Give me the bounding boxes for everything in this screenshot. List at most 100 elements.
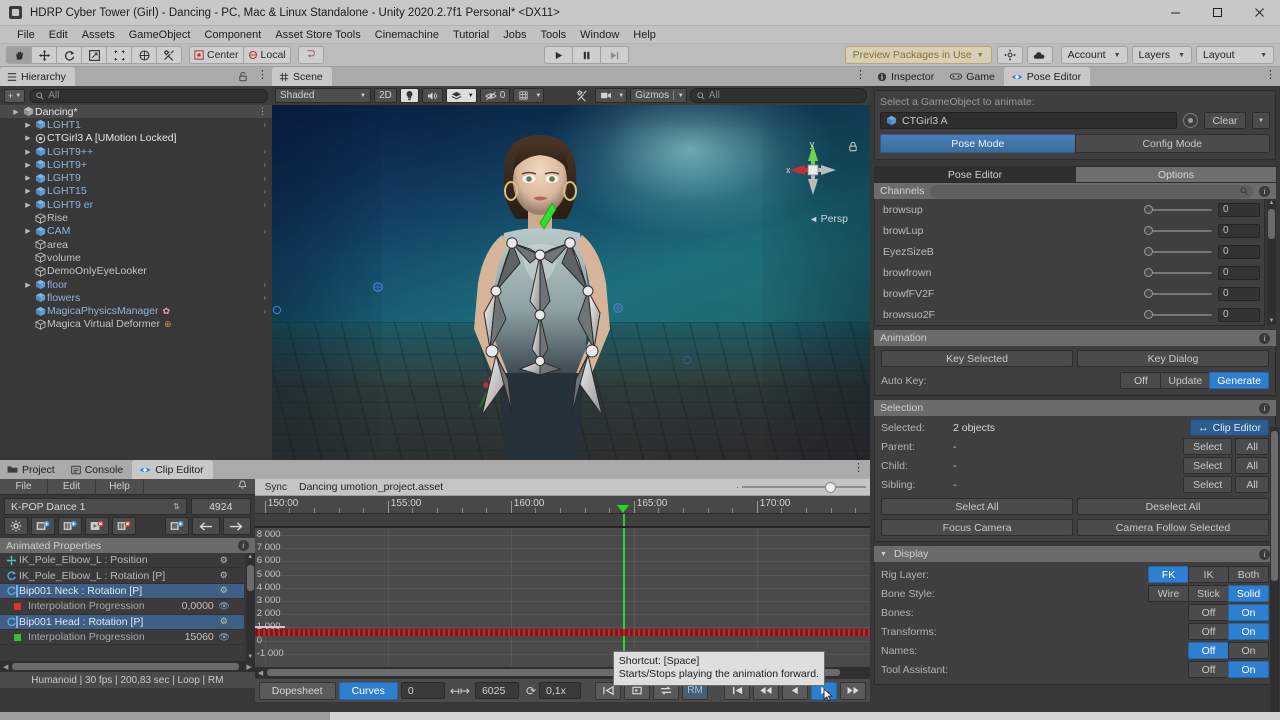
clip-name-dropdown[interactable]: K-POP Dance 1 ⇅	[4, 498, 187, 515]
tab-pose-editor[interactable]: Pose Editor	[1003, 67, 1091, 86]
auto-key-generate-button[interactable]: Generate	[1209, 372, 1269, 389]
grid-toggle-button[interactable]: ▼	[513, 88, 545, 103]
close-button[interactable]	[1238, 0, 1280, 26]
hierarchy-item-floor[interactable]: ▶ floor ›	[0, 278, 272, 291]
scroll-right-icon[interactable]: ▶	[246, 663, 251, 671]
range-start-field[interactable]: 0	[400, 682, 445, 699]
frame-count-field[interactable]: 4924	[190, 498, 251, 515]
minimize-button[interactable]	[1154, 0, 1196, 26]
channel-value[interactable]: 0	[1218, 307, 1260, 322]
channel-value[interactable]: 0	[1218, 286, 1260, 301]
channel-row[interactable]: browsuo2F 0	[875, 304, 1264, 325]
inspector-scroll-thumb[interactable]	[1271, 431, 1278, 581]
display-transforms-on-button[interactable]: On	[1228, 623, 1269, 640]
display-bone-style-stick-button[interactable]: Stick	[1188, 585, 1229, 602]
menu-edit[interactable]: Edit	[42, 26, 75, 44]
prefab-open-chevron-icon[interactable]: ›	[263, 147, 266, 156]
pivot-button[interactable]: Center	[189, 46, 244, 64]
expand-arrow-icon[interactable]: ▶	[22, 121, 34, 129]
menu-jobs[interactable]: Jobs	[496, 26, 533, 44]
curves-button[interactable]: Curves	[338, 681, 398, 700]
animation-header[interactable]: Animation i	[874, 330, 1276, 346]
sync-button[interactable]: Sync	[259, 482, 293, 493]
menu-asset-store-tools[interactable]: Asset Store Tools	[268, 26, 367, 44]
channel-slider[interactable]	[1144, 204, 1212, 216]
2d-toggle-button[interactable]: 2D	[374, 88, 397, 103]
display-transforms-off-button[interactable]: Off	[1188, 623, 1229, 640]
channel-slider[interactable]	[1144, 225, 1212, 237]
tab-scene[interactable]: Scene	[272, 67, 332, 86]
tab-clip-editor[interactable]: Clip Editor	[132, 460, 213, 479]
animated-property-row[interactable]: Bip001 Head : Rotation [P] ⚙	[0, 614, 244, 630]
tab-inspector[interactable]: Inspector	[870, 67, 944, 86]
key-selected-button[interactable]: Key Selected	[881, 350, 1073, 367]
hierarchy-item-magicaphysicsmanager[interactable]: MagicaPhysicsManager ✿ ›	[0, 304, 272, 317]
preview-packages-button[interactable]: Preview Packages in Use ▼	[844, 46, 992, 64]
scene-menu-icon[interactable]: ⋮	[855, 70, 866, 81]
animation-info-icon[interactable]: i	[1259, 332, 1270, 344]
properties-scrollbar[interactable]: ▲ ▼	[245, 553, 255, 661]
hierarchy-item-menu-icon[interactable]: ⋮	[258, 106, 267, 117]
animated-properties-list[interactable]: IK_Pole_Elbow_L : Position ⚙ IK_Pole_Elbow…	[0, 553, 244, 661]
perspective-toggle[interactable]: ◄ Persp	[809, 213, 848, 225]
inspector-scrollbar[interactable]	[1270, 427, 1279, 717]
tab-hierarchy[interactable]: Hierarchy	[0, 67, 75, 86]
scroll-left-icon[interactable]: ◀	[3, 663, 8, 671]
hierarchy-item-dancing[interactable]: ▶ Dancing* ⋮	[0, 105, 272, 119]
expand-arrow-icon[interactable]: ▶	[22, 134, 34, 142]
settings-icon-button[interactable]	[4, 517, 28, 535]
property-settings-icon[interactable]: ⚙	[220, 555, 228, 566]
prefab-open-chevron-icon[interactable]: ›	[263, 200, 266, 209]
menu-window[interactable]: Window	[573, 26, 626, 44]
channels-list[interactable]: browsup 0 browLup 0 EyezSizeB 0 browfrown 0 brow…	[874, 199, 1265, 326]
rotate-tool-button[interactable]	[56, 46, 82, 64]
inspector-menu-icon[interactable]: ⋮	[1265, 70, 1276, 81]
display-rig-layer-ik-button[interactable]: IK	[1188, 566, 1229, 583]
prefab-open-chevron-icon[interactable]: ›	[263, 280, 266, 289]
scroll-up-icon[interactable]: ▲	[1268, 200, 1275, 206]
paste-clip-icon-button[interactable]	[164, 517, 189, 535]
duplicate-clip-icon-button[interactable]	[58, 517, 82, 535]
channel-slider[interactable]	[1144, 267, 1212, 279]
scale-tool-button[interactable]	[81, 46, 107, 64]
add-keyframe-icon-button[interactable]	[85, 517, 109, 535]
sibling-all-button[interactable]: All	[1235, 476, 1269, 493]
channel-row[interactable]: browLup 0	[875, 220, 1264, 241]
camera-follow-button[interactable]: Camera Follow Selected	[1077, 519, 1269, 536]
clip-menu-file[interactable]: File	[0, 478, 48, 495]
expand-arrow-icon[interactable]: ▶	[22, 201, 34, 209]
layout-dropdown[interactable]: Layout ▼	[1196, 46, 1274, 64]
animated-property-row[interactable]: Bip001 Neck : Rotation [P] ⚙	[0, 583, 244, 600]
properties-hscrollbar[interactable]: ◀ ▶	[0, 661, 255, 672]
property-settings-icon[interactable]: ⚙	[220, 616, 228, 627]
visibility-eye-icon[interactable]: 👁	[218, 632, 229, 643]
animated-property-row[interactable]: IK_Pole_Elbow_L : Rotation [P] ⚙	[0, 568, 244, 584]
object-picker-button[interactable]	[1183, 113, 1198, 128]
add-gameobject-button[interactable]: + ▼	[4, 88, 26, 103]
prefab-open-chevron-icon[interactable]: ›	[263, 307, 266, 316]
channel-value[interactable]: 0	[1218, 202, 1260, 217]
scene-tools-button[interactable]	[572, 88, 592, 103]
display-rig-layer-both-button[interactable]: Both	[1228, 566, 1269, 583]
lock-icon[interactable]	[238, 71, 248, 85]
scene-lock-icon[interactable]	[848, 141, 858, 155]
custom-tool-button[interactable]	[156, 46, 182, 64]
hierarchy-item-lght9[interactable]: ▶ LGHT9+ ›	[0, 158, 272, 171]
prefab-open-chevron-icon[interactable]: ›	[263, 293, 266, 302]
parent-select-button[interactable]: Select	[1183, 438, 1233, 455]
animated-properties-header[interactable]: Animated Properties i	[0, 538, 255, 553]
account-dropdown[interactable]: Account ▼	[1060, 46, 1128, 64]
child-select-button[interactable]: Select	[1183, 457, 1233, 474]
timeline-zoom-slider[interactable]: ·	[736, 481, 866, 493]
channel-slider[interactable]	[1144, 246, 1212, 258]
layers-dropdown[interactable]: Layers ▼	[1131, 46, 1192, 64]
hierarchy-item-lght9[interactable]: ▶ LGHT9 ›	[0, 171, 272, 184]
add-clip-icon-button[interactable]	[31, 517, 55, 535]
key-dialog-button[interactable]: Key Dialog	[1077, 350, 1269, 367]
remove-keyframe-icon-button[interactable]	[112, 517, 136, 535]
hierarchy-item-lght9[interactable]: ▶ LGHT9++ ›	[0, 145, 272, 158]
parent-all-button[interactable]: All	[1235, 438, 1269, 455]
expand-arrow-icon[interactable]: ▶	[22, 187, 34, 195]
channel-row[interactable]: browfFV2F 0	[875, 283, 1264, 304]
pose-mode-button[interactable]: Pose Mode	[880, 134, 1076, 153]
